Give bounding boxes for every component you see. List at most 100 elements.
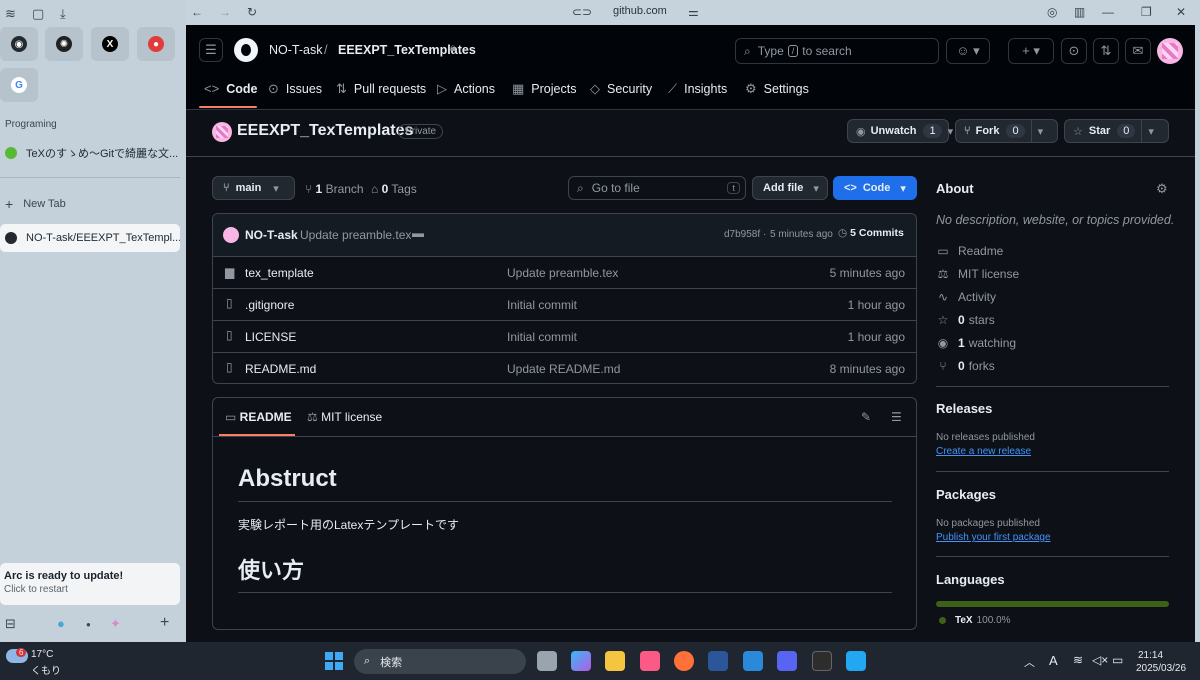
license-link[interactable]: ⚖ MIT license [936, 267, 1020, 281]
file-commit-message[interactable]: Initial commit [507, 298, 577, 312]
favorite-google[interactable]: G [0, 68, 38, 102]
tab-security[interactable]: ◇ Security [590, 81, 652, 97]
avatar[interactable] [1157, 38, 1183, 64]
branches-link[interactable]: ⑂ 1 Branch [305, 182, 364, 196]
file-name[interactable]: README.md [245, 362, 316, 376]
weather-temp[interactable]: 17°C [31, 649, 53, 660]
license-tab[interactable]: ⚖ MIT license [307, 410, 382, 424]
unwatch-button[interactable]: ◉ Unwatch 1 ▾ [847, 119, 953, 143]
tab-projects[interactable]: ▦ Projects [512, 81, 576, 97]
new-tab-button[interactable]: + New Tab [0, 190, 180, 218]
vscode-icon[interactable] [846, 651, 866, 671]
create-new-button[interactable]: + ▾ [1008, 38, 1054, 64]
reload-icon[interactable]: ↻ [247, 5, 257, 19]
about-gear-icon[interactable]: ⚙ [1156, 181, 1168, 197]
url-display[interactable]: github.com [613, 5, 667, 17]
file-name[interactable]: .gitignore [245, 298, 294, 312]
commits-link[interactable]: ◷ 5 Commits [838, 227, 904, 239]
tab-actions[interactable]: ▷ Actions [437, 81, 495, 97]
tags-link[interactable]: ⌂ 0 Tags [371, 182, 417, 196]
copilot-taskbar-icon[interactable] [571, 651, 591, 671]
publish-package-link[interactable]: Publish your first package [936, 532, 1051, 543]
add-space-icon[interactable]: + [160, 614, 169, 632]
language-item[interactable]: TeX 100.0% [939, 615, 1011, 626]
watching-link[interactable]: ◉ 1 watching [936, 336, 1016, 350]
terminal-icon[interactable] [812, 651, 832, 671]
tab-issues[interactable]: ⊙ Issues [268, 81, 322, 97]
create-release-link[interactable]: Create a new release [936, 446, 1031, 457]
download-icon[interactable]: ⤓ [60, 6, 66, 22]
sidebar-active-tab[interactable]: NO-T-ask/EEEXPT_TexTempl... [0, 224, 180, 252]
wifi-icon[interactable]: ≋ [1073, 653, 1083, 667]
file-commit-message[interactable]: Update README.md [507, 362, 620, 376]
github-logo-icon[interactable] [234, 38, 258, 62]
readme-link[interactable]: ▭ Readme [936, 244, 1003, 258]
split-view-icon[interactable]: ▥ [1074, 5, 1085, 19]
arc-taskbar-icon[interactable] [640, 651, 660, 671]
tab-code[interactable]: <> Code [204, 81, 257, 96]
file-commit-message[interactable]: Update preamble.tex [507, 266, 618, 280]
issues-button[interactable]: ⊙ [1061, 38, 1087, 64]
back-icon[interactable]: ← [191, 5, 203, 19]
task-view-icon[interactable] [537, 651, 557, 671]
add-file-button[interactable]: Add file ▾ [752, 176, 828, 200]
taskbar-search[interactable]: ⌕ 検索 [354, 649, 526, 674]
file-row[interactable]: ▆ tex_template Update preamble.tex 5 min… [213, 256, 916, 288]
favorite-app[interactable]: ● [137, 27, 175, 61]
commit-hash[interactable]: d7b958f [724, 229, 760, 240]
forward-icon[interactable]: → [219, 5, 231, 19]
word-icon[interactable] [708, 651, 728, 671]
file-row[interactable]: ▯ README.md Update README.md 8 minutes a… [213, 352, 916, 383]
forks-link[interactable]: ⑂ 0 forks [936, 359, 994, 373]
maximize-icon[interactable]: ❐ [1141, 5, 1152, 19]
file-row[interactable]: ▯ .gitignore Initial commit 1 hour ago [213, 288, 916, 320]
file-commit-message[interactable]: Initial commit [507, 330, 577, 344]
code-button[interactable]: <> Code ▾ [833, 176, 917, 200]
file-explorer-icon[interactable] [605, 651, 625, 671]
clock-time[interactable]: 21:14 [1138, 650, 1163, 661]
battery-icon[interactable]: ▭ [1112, 653, 1123, 667]
speaker-muted-icon[interactable]: ◁× [1092, 653, 1108, 667]
releases-title[interactable]: Releases [936, 401, 992, 416]
star-button[interactable]: ☆ Star 0 ▾ [1064, 119, 1169, 143]
notifications-button[interactable]: ✉ [1125, 38, 1151, 64]
file-name[interactable]: LICENSE [245, 330, 296, 344]
outline-list-icon[interactable]: ☰ [891, 410, 902, 424]
repo-title[interactable]: EEEXPT_TexTemplates [237, 122, 413, 140]
photos-icon[interactable] [743, 651, 763, 671]
more-icon[interactable]: ▬ [412, 226, 424, 240]
favorite-x[interactable]: X [91, 27, 129, 61]
ime-indicator[interactable]: A [1049, 653, 1058, 668]
arc-logo-icon[interactable]: ≋ [5, 6, 16, 22]
tab-pull-requests[interactable]: ⇅ Pull requests [336, 81, 426, 97]
favorite-github[interactable]: ◉ [0, 27, 38, 61]
minimize-icon[interactable]: — [1102, 5, 1114, 19]
update-card[interactable]: Arc is ready to update! Click to restart [0, 563, 180, 605]
space-dot-icon[interactable]: ● [86, 620, 91, 629]
file-row[interactable]: ▯ LICENSE Initial commit 1 hour ago [213, 320, 916, 352]
stars-link[interactable]: ☆ 0 stars [936, 313, 995, 327]
menu-button[interactable]: ☰ [199, 38, 223, 62]
owner-link[interactable]: NO-T-ask [269, 43, 322, 57]
readme-tab[interactable]: ▭ README [225, 410, 292, 424]
copilot-button[interactable]: ☺ ▾ [946, 38, 990, 64]
search-input[interactable]: ⌕ Type / to search [735, 38, 939, 64]
favorite-openai[interactable]: ✺ [45, 27, 83, 61]
file-name[interactable]: tex_template [245, 266, 314, 280]
tray-chevron-icon[interactable]: ︿ [1024, 654, 1035, 670]
space-star-icon[interactable]: ✦ [110, 616, 121, 632]
branch-selector[interactable]: ⑂ main ▾ [212, 176, 295, 200]
clock-date[interactable]: 2025/03/26 [1136, 663, 1186, 674]
tab-insights[interactable]: ⟋ Insights [668, 81, 727, 97]
tab-settings[interactable]: ⚙ Settings [745, 81, 809, 97]
firefox-icon[interactable] [674, 651, 694, 671]
sidebar-pinned-tab[interactable]: TeXのすゝめ〜Gitで綺麗な文... [0, 139, 180, 167]
discord-icon[interactable] [777, 651, 797, 671]
globe-icon[interactable]: ◎ [1047, 5, 1057, 19]
pull-requests-button[interactable]: ⇅ [1093, 38, 1119, 64]
commit-message[interactable]: Update preamble.tex [300, 228, 411, 242]
site-controls-icon[interactable]: ⚌ [688, 5, 699, 19]
archive-icon[interactable]: ⊟ [5, 616, 16, 632]
edit-pencil-icon[interactable]: ✎ [861, 410, 871, 424]
fork-button[interactable]: ⑂ Fork 0 ▾ [955, 119, 1058, 143]
